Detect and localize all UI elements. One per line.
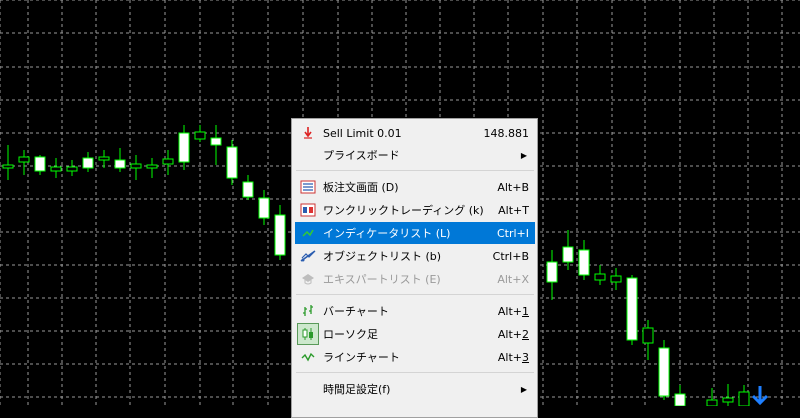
candle-body bbox=[242, 181, 254, 198]
one-click-trading-icon bbox=[297, 199, 319, 221]
candle-body bbox=[226, 146, 238, 179]
candle-body bbox=[642, 327, 654, 344]
menu-separator bbox=[296, 294, 534, 295]
candle-body bbox=[674, 393, 686, 406]
menu-item-label: Sell Limit 0.01 bbox=[323, 126, 402, 140]
candle-body bbox=[50, 166, 62, 172]
candle-body bbox=[210, 137, 222, 146]
candle-body bbox=[562, 246, 574, 263]
menu-item-label: プライスボード bbox=[323, 149, 400, 162]
line-chart-icon bbox=[297, 346, 319, 368]
menu-item-shortcut: Ctrl+I bbox=[496, 226, 529, 240]
candle-body bbox=[146, 164, 158, 169]
menu-item-label: 時間足設定(f) bbox=[323, 383, 391, 396]
order-board-icon bbox=[297, 176, 319, 198]
menu-item-label: ラインチャート bbox=[323, 351, 400, 364]
candle-body bbox=[66, 166, 78, 172]
candle-body bbox=[82, 157, 94, 169]
candle-body bbox=[194, 131, 206, 140]
menu-item-label: インディケータリスト (L) bbox=[323, 227, 451, 240]
candle-body bbox=[594, 273, 606, 281]
candle-body bbox=[258, 197, 270, 219]
candle-body bbox=[178, 132, 190, 163]
menu-separator bbox=[296, 170, 534, 171]
bar-chart-icon bbox=[297, 300, 319, 322]
menu-item-label: 板注文画面 (D) bbox=[323, 181, 399, 194]
menu-item-shortcut: Alt+1 bbox=[497, 304, 529, 318]
menu-item-bar-chart[interactable]: バーチャート Alt+1 bbox=[295, 300, 535, 322]
candle-body bbox=[34, 156, 46, 172]
candle-body bbox=[162, 158, 174, 165]
menu-item-indicator-list[interactable]: インディケータリスト (L) Ctrl+I bbox=[295, 222, 535, 244]
expert-list-icon bbox=[297, 268, 319, 290]
candle-body bbox=[130, 163, 142, 169]
candle-body bbox=[546, 261, 558, 283]
menu-separator bbox=[296, 372, 534, 373]
candle-body bbox=[2, 164, 14, 169]
candle-body bbox=[98, 156, 110, 161]
menu-item-shortcut: Alt+T bbox=[498, 203, 529, 217]
menu-item-price-board[interactable]: プライスボード ▶ bbox=[295, 144, 535, 166]
candle-body bbox=[274, 214, 286, 256]
menu-item-line-chart[interactable]: ラインチャート Alt+3 bbox=[295, 346, 535, 368]
candle-body bbox=[610, 275, 622, 283]
menu-item-shortcut: Ctrl+B bbox=[492, 249, 529, 263]
menu-item-expert-list: エキスパートリスト (E) Alt+X bbox=[295, 268, 535, 290]
candle-body bbox=[114, 159, 126, 169]
candle-body bbox=[706, 399, 718, 406]
menu-item-candlestick[interactable]: ローソク足 Alt+2 bbox=[295, 323, 535, 345]
candlestick-icon bbox=[297, 323, 319, 345]
menu-item-label: オブジェクトリスト (b) bbox=[323, 250, 442, 263]
menu-item-label: バーチャート bbox=[323, 305, 389, 318]
menu-item-label: ワンクリックトレーディング (k) bbox=[323, 204, 484, 217]
menu-item-timeframe[interactable]: 時間足設定(f) ▶ bbox=[295, 378, 535, 400]
submenu-arrow-icon: ▶ bbox=[520, 384, 527, 394]
menu-item-label: エキスパートリスト (E) bbox=[323, 273, 441, 286]
sell-limit-icon bbox=[297, 122, 319, 144]
candle-body bbox=[658, 347, 670, 397]
menu-item-object-list[interactable]: オブジェクトリスト (b) Ctrl+B bbox=[295, 245, 535, 267]
menu-item-shortcut: Alt+2 bbox=[497, 327, 529, 341]
candle-body bbox=[18, 156, 30, 163]
menu-item-sell-limit[interactable]: Sell Limit 0.01 148.881 bbox=[295, 122, 535, 144]
indicator-list-icon bbox=[297, 222, 319, 244]
candle-body bbox=[722, 397, 734, 403]
menu-item-label: ローソク足 bbox=[323, 328, 378, 341]
context-menu: Sell Limit 0.01 148.881 プライスボード ▶ 板注文画面 … bbox=[291, 118, 538, 418]
candle-body bbox=[578, 249, 590, 276]
menu-item-order-board[interactable]: 板注文画面 (D) Alt+B bbox=[295, 176, 535, 198]
object-list-icon bbox=[297, 245, 319, 267]
down-arrow-icon bbox=[751, 386, 769, 406]
candle-body bbox=[626, 277, 638, 341]
menu-item-shortcut: Alt+3 bbox=[497, 350, 529, 364]
menu-item-shortcut: Alt+X bbox=[497, 272, 529, 286]
candle-body bbox=[738, 391, 750, 406]
menu-item-shortcut: 148.881 bbox=[483, 126, 530, 140]
menu-item-shortcut: Alt+B bbox=[497, 180, 529, 194]
menu-item-one-click-trading[interactable]: ワンクリックトレーディング (k) Alt+T bbox=[295, 199, 535, 221]
submenu-arrow-icon: ▶ bbox=[520, 150, 527, 160]
